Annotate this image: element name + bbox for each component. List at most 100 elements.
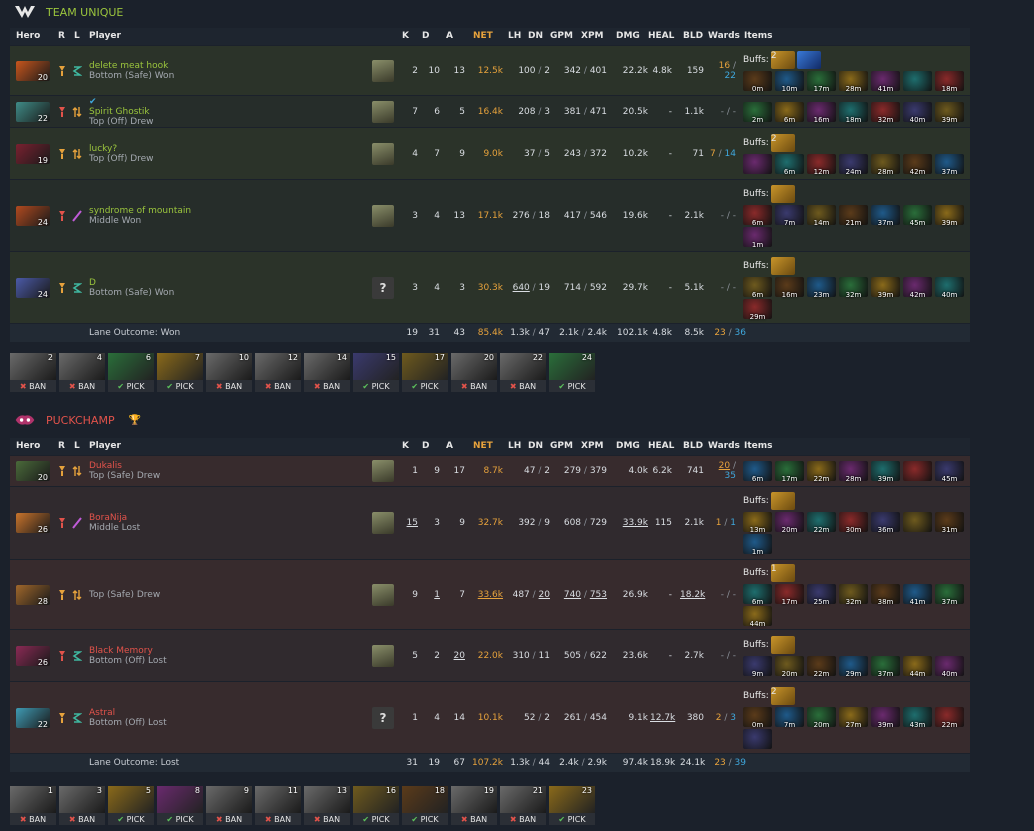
aghanim-buff-icon[interactable]: 2 [770,686,795,705]
puckchamp-name[interactable]: PUCKCHAMP [46,414,115,427]
draft-slot[interactable]: 17 ✔ PICK [402,353,448,392]
player-avatar[interactable] [372,204,394,227]
item-icon[interactable]: 22m [807,461,836,483]
col-header-l[interactable]: L [74,441,80,451]
item-icon[interactable]: 29m [743,298,772,321]
hero-portrait[interactable]: 20 [16,60,50,82]
col-header-net[interactable]: NET [473,31,493,41]
draft-slot[interactable]: 13 ✖ BAN [304,786,350,825]
hero-portrait[interactable]: 19 [16,143,50,165]
col-header-heal[interactable]: HEAL [648,441,674,451]
item-icon[interactable]: 13m [743,512,772,534]
draft-slot[interactable]: 22 ✖ BAN [500,353,546,392]
item-icon[interactable]: 17m [775,461,804,483]
draft-slot[interactable]: 20 ✖ BAN [451,353,497,392]
col-header-l[interactable]: L [74,31,80,41]
col-header-a[interactable]: A [446,31,453,41]
hero-portrait[interactable]: 22 [16,101,50,123]
item-icon[interactable]: 25m [807,583,836,606]
team-unique-name[interactable]: TEAM UNIQUE [46,6,123,19]
item-icon[interactable]: 32m [839,276,868,299]
item-icon[interactable]: 28m [871,153,900,176]
item-icon[interactable]: 42m [903,276,932,299]
aghanim-buff-icon[interactable] [770,492,795,510]
aghanim-buff-icon[interactable]: 1 [770,563,795,582]
player-avatar[interactable] [372,142,394,165]
item-icon[interactable]: 44m [743,605,772,628]
item-icon[interactable]: 37m [935,583,964,606]
item-icon[interactable]: 37m [871,204,900,227]
item-icon[interactable]: 24m [839,153,868,176]
player-avatar[interactable] [372,460,394,482]
col-header-r[interactable]: R [58,31,65,41]
item-icon[interactable] [743,728,772,749]
item-icon[interactable]: 18m [839,101,868,124]
hero-portrait[interactable]: 28 [16,584,50,606]
item-icon[interactable] [903,70,932,91]
col-header-gpm[interactable]: GPM [550,441,573,451]
col-header-bld[interactable]: BLD [683,441,703,451]
col-header-items[interactable]: Items [744,441,773,451]
item-icon[interactable]: 37m [935,153,964,176]
player-row[interactable]: 24 D Bottom (Safe) Won? 3 4 3 30.3k 640 / 19 714… [10,251,970,323]
player-avatar[interactable] [372,512,394,534]
player-name[interactable]: Astral [89,708,167,718]
player-name[interactable]: syndrome of mountain [89,206,191,216]
player-row[interactable]: 22 Astral Bottom (Off) Lost? 1 4 14 10.1k 52 / … [10,681,970,753]
col-header-d[interactable]: D [422,441,429,451]
aghanim-buff-icon[interactable]: 2 [770,50,795,69]
item-icon[interactable]: 32m [839,583,868,606]
item-icon[interactable]: 6m [743,583,772,606]
item-icon[interactable] [903,512,932,532]
col-header-items[interactable]: Items [744,31,773,41]
draft-slot[interactable]: 10 ✖ BAN [206,353,252,392]
player-avatar[interactable] [372,59,394,82]
item-icon[interactable]: 40m [935,276,964,299]
item-icon[interactable]: 39m [871,461,900,483]
hero-portrait[interactable]: 24 [16,277,50,299]
item-icon[interactable]: 44m [903,655,932,678]
item-icon[interactable]: 28m [839,70,868,93]
col-header-lh[interactable]: LH [508,31,521,41]
draft-slot[interactable]: 21 ✖ BAN [500,786,546,825]
draft-slot[interactable]: 9 ✖ BAN [206,786,252,825]
item-icon[interactable]: 20m [775,512,804,534]
item-icon[interactable]: 16m [807,101,836,124]
item-icon[interactable]: 32m [871,101,900,124]
draft-slot[interactable]: 16 ✔ PICK [353,786,399,825]
hero-portrait[interactable]: 26 [16,645,50,667]
col-header-xpm[interactable]: XPM [581,441,604,451]
item-icon[interactable]: 17m [807,70,836,93]
item-icon[interactable]: 6m [743,204,772,227]
item-icon[interactable]: 0m [743,706,772,729]
hero-portrait[interactable]: 20 [16,461,50,482]
aghanim-buff-icon[interactable]: 2 [770,133,795,152]
player-row[interactable]: 26 Black Memory Bottom (Off) Lost 5 2 20 22.0k… [10,629,970,681]
item-icon[interactable]: 6m [775,153,804,176]
item-icon[interactable]: 38m [871,583,900,606]
player-row[interactable]: 20 Dukalis Top (Safe) Drew 1 9 17 8.7k 47 / 2 27… [10,455,970,486]
item-icon[interactable]: 10m [775,70,804,93]
item-icon[interactable]: 21m [839,204,868,227]
item-icon[interactable] [743,153,772,174]
item-icon[interactable]: 17m [775,583,804,606]
item-icon[interactable]: 30m [839,512,868,534]
item-icon[interactable]: 20m [807,706,836,729]
player-name[interactable]: Black Memory [89,646,167,656]
player-row[interactable]: 28 Top (Safe) Drew 9 1 7 33.6k 487 / 20 740 / 7… [10,559,970,629]
item-icon[interactable]: 29m [839,655,868,678]
player-row[interactable]: 26 BoraNija Middle Lost 15 3 9 32.7k 392 / 9 608… [10,486,970,559]
col-header-bld[interactable]: BLD [683,31,703,41]
aghanim-buff-icon[interactable] [770,256,795,275]
col-header-net[interactable]: NET [473,441,493,451]
player-name[interactable]: lucky? [89,144,154,154]
item-icon[interactable]: 41m [903,583,932,606]
player-avatar[interactable] [372,583,394,606]
draft-slot[interactable]: 11 ✖ BAN [255,786,301,825]
draft-slot[interactable]: 4 ✖ BAN [59,353,105,392]
item-icon[interactable]: 39m [935,204,964,227]
draft-slot[interactable]: 8 ✔ PICK [157,786,203,825]
col-header-r[interactable]: R [58,441,65,451]
item-icon[interactable]: 9m [743,655,772,678]
player-name[interactable]: Spirit Ghostik [89,107,154,117]
